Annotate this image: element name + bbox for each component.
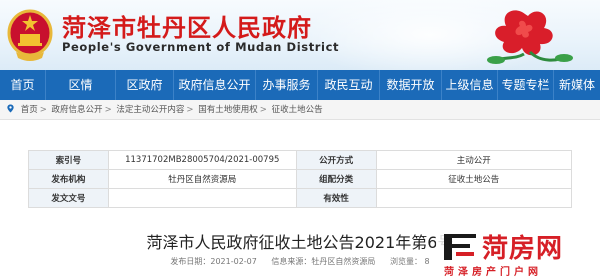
site-header: 菏泽市牡丹区人民政府 People's Government of Mudan … bbox=[0, 0, 600, 70]
disclosure-method-value: 主动公开 bbox=[375, 150, 573, 170]
site-subtitle: People's Government of Mudan District bbox=[62, 40, 340, 54]
nav-item-info-disclosure[interactable]: 政府信息公开 bbox=[174, 70, 256, 100]
breadcrumb-statutory-content[interactable]: 法定主动公开内容 bbox=[116, 105, 184, 115]
brand-mark-icon bbox=[444, 234, 476, 260]
category-value: 征收土地公告 bbox=[375, 169, 573, 189]
index-number-value: 11371702MB28005704/2021-00795 bbox=[107, 150, 297, 170]
nav-item-new-media[interactable]: 新媒体 bbox=[554, 70, 600, 100]
index-number-label: 索引号 bbox=[28, 150, 109, 170]
main-nav: 首页 区情 区政府 政府信息公开 办事服务 政民互动 数据开放 上级信息 专题专… bbox=[0, 70, 600, 100]
nav-item-open-data[interactable]: 数据开放 bbox=[380, 70, 442, 100]
nav-item-special-topics[interactable]: 专题专栏 bbox=[498, 70, 554, 100]
nav-item-services[interactable]: 办事服务 bbox=[256, 70, 318, 100]
breadcrumb-separator: > bbox=[104, 105, 112, 115]
nav-item-home[interactable]: 首页 bbox=[0, 70, 46, 100]
nav-item-district-info[interactable]: 区情 bbox=[46, 70, 116, 100]
watermark-logo: 菏房网 菏泽房产门户网 bbox=[436, 228, 600, 277]
nav-item-superior-info[interactable]: 上级信息 bbox=[442, 70, 498, 100]
document-number-value bbox=[107, 188, 297, 208]
category-label: 组配分类 bbox=[295, 169, 377, 189]
location-pin-icon bbox=[7, 104, 14, 113]
national-emblem-icon bbox=[7, 9, 53, 61]
document-info-table: 索引号 11371702MB28005704/2021-00795 公开方式 主… bbox=[28, 150, 573, 208]
publisher-value: 牡丹区自然资源局 bbox=[107, 169, 297, 189]
breadcrumb-land-use-rights[interactable]: 国有土地使用权 bbox=[198, 105, 258, 115]
nav-item-interaction[interactable]: 政民互动 bbox=[318, 70, 380, 100]
breadcrumb-land-expropriation[interactable]: 征收土地公告 bbox=[272, 105, 323, 115]
document-number-label: 发文文号 bbox=[28, 188, 109, 208]
breadcrumb: 首页 > 政府信息公开 > 法定主动公开内容 > 国有土地使用权 > 征收土地公告 bbox=[0, 100, 600, 120]
watermark-brand-sub: 菏泽房产门户网 bbox=[444, 267, 542, 277]
table-row: 发布机构 牡丹区自然资源局 组配分类 征收土地公告 bbox=[28, 169, 573, 189]
validity-value bbox=[375, 188, 573, 208]
peony-flower-icon bbox=[487, 10, 573, 64]
breadcrumb-separator: > bbox=[186, 105, 194, 115]
publish-date: 发布日期：2021-02-07 bbox=[170, 257, 257, 266]
breadcrumb-separator: > bbox=[259, 105, 267, 115]
view-count: 浏览量： 8 bbox=[389, 257, 430, 266]
table-row: 发文文号 有效性 bbox=[28, 188, 573, 208]
breadcrumb-separator: > bbox=[39, 105, 47, 115]
disclosure-method-label: 公开方式 bbox=[295, 150, 377, 170]
nav-item-district-government[interactable]: 区政府 bbox=[116, 70, 174, 100]
site-title[interactable]: 菏泽市牡丹区人民政府 bbox=[62, 8, 312, 43]
publisher-label: 发布机构 bbox=[28, 169, 109, 189]
validity-label: 有效性 bbox=[295, 188, 377, 208]
info-source: 信息来源：牡丹区自然资源局 bbox=[271, 257, 376, 266]
breadcrumb-info-disclosure[interactable]: 政府信息公开 bbox=[52, 105, 103, 115]
table-row: 索引号 11371702MB28005704/2021-00795 公开方式 主… bbox=[28, 150, 573, 170]
breadcrumb-home[interactable]: 首页 bbox=[21, 105, 38, 115]
watermark-brand: 菏房网 bbox=[482, 234, 564, 264]
